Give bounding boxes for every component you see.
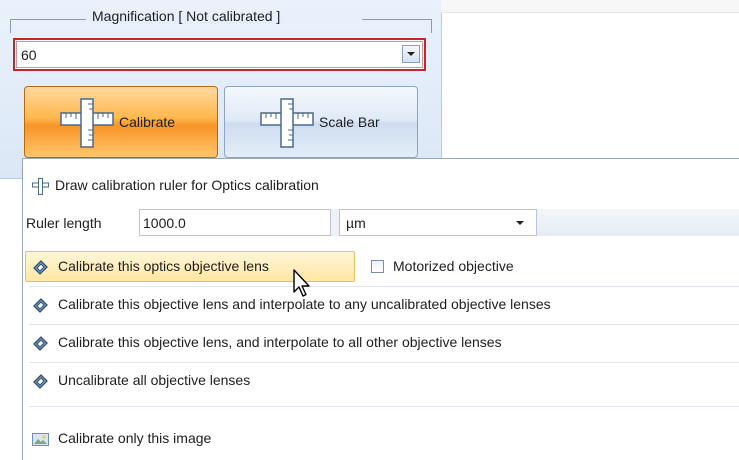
magnification-combo[interactable]: 60 — [13, 38, 426, 71]
magnification-combo-inner — [16, 41, 423, 68]
menu-separator — [29, 324, 739, 325]
ruler-length-input[interactable]: 1000.0 — [139, 209, 331, 236]
objective-lens-icon — [33, 374, 48, 389]
menu-item-label: Uncalibrate all objective lenses — [58, 372, 251, 388]
scale-bar-button-label: Scale Bar — [319, 114, 380, 130]
menu-item-draw-ruler[interactable]: Draw calibration ruler for Optics calibr… — [23, 169, 739, 203]
ruler-icon — [32, 178, 49, 195]
calibrate-dropdown-menu: Draw calibration ruler for Optics calibr… — [22, 158, 739, 460]
menu-item-label: Calibrate only this image — [58, 430, 212, 446]
menu-item-interpolate-all[interactable]: Calibrate this objective lens, and inter… — [23, 326, 739, 360]
chevron-down-icon — [516, 221, 524, 225]
ruler-length-row: Ruler length 1000.0 µm — [23, 207, 739, 239]
menu-separator — [29, 362, 739, 363]
menu-item-calibrate-optics[interactable]: Calibrate this optics objective lens Mot… — [23, 250, 739, 284]
objective-lens-icon — [33, 298, 48, 313]
fieldset-border-left — [10, 19, 86, 20]
calibrate-button-label: Calibrate — [119, 114, 176, 130]
menu-item-calibrate-image[interactable]: Calibrate only this image — [23, 422, 739, 456]
unit-select[interactable]: µm — [339, 209, 537, 236]
menu-item-interpolate-uncalibrated[interactable]: Calibrate this objective lens and interp… — [23, 288, 739, 322]
image-icon — [32, 433, 49, 446]
motorized-objective-label: Motorized objective — [393, 258, 514, 274]
fieldset-border-left-side — [10, 19, 11, 33]
ruler-length-label: Ruler length — [26, 215, 102, 231]
ruler-length-divider — [331, 209, 339, 236]
unit-value: µm — [346, 215, 366, 231]
scale-bar-button[interactable]: Scale Bar — [224, 86, 418, 158]
magnification-value: 60 — [21, 47, 37, 63]
toolbar-strip — [441, 0, 739, 13]
ruler-icon — [60, 98, 114, 148]
fieldset-border-right-side — [431, 19, 432, 33]
fieldset-border-right — [362, 19, 432, 20]
menu-item-uncalibrate-all[interactable]: Uncalibrate all objective lenses — [23, 364, 739, 398]
objective-lens-icon — [33, 336, 48, 351]
mouse-pointer-icon — [293, 269, 310, 297]
ruler-icon — [260, 98, 314, 148]
ruler-length-row-fill — [537, 209, 739, 236]
ruler-length-value: 1000.0 — [143, 215, 186, 231]
chevron-down-icon — [407, 52, 415, 56]
objective-lens-icon — [33, 260, 48, 275]
menu-item-label: Calibrate this optics objective lens — [58, 258, 269, 274]
menu-item-label: Draw calibration ruler for Optics calibr… — [55, 177, 319, 193]
magnification-legend: Magnification [ Not calibrated ] — [88, 8, 285, 24]
menu-item-label: Calibrate this objective lens, and inter… — [58, 334, 502, 350]
magnification-dropdown-button[interactable] — [402, 45, 420, 63]
calibrate-button[interactable]: Calibrate — [24, 86, 218, 158]
menu-separator — [29, 406, 739, 407]
menu-separator — [29, 286, 739, 287]
checkbox-unchecked-icon[interactable] — [371, 260, 384, 273]
